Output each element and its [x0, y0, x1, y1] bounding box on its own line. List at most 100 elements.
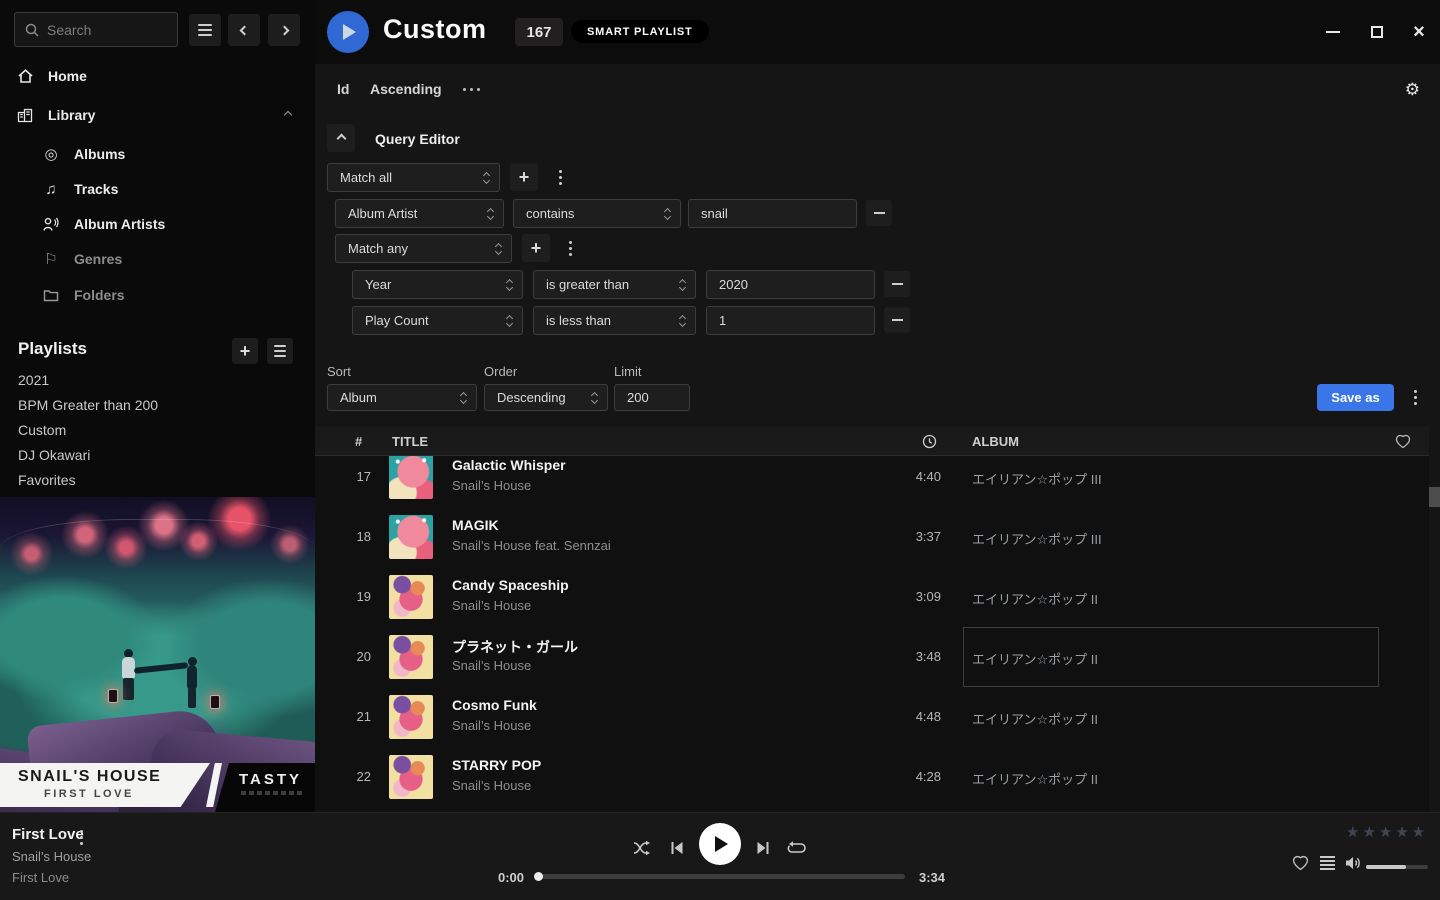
add-playlist-button[interactable]: +: [232, 338, 258, 364]
toolbar-more-button[interactable]: [463, 88, 480, 91]
scrollbar-thumb[interactable]: [1429, 487, 1440, 507]
track-row[interactable]: 18 MAGIK Snail’s House feat. Sennzai 3:3…: [315, 507, 1429, 567]
repeat-button[interactable]: [784, 835, 810, 861]
sidebar-item-genres[interactable]: ⚐ Genres: [0, 244, 315, 274]
match-all-select[interactable]: Match all: [327, 163, 500, 192]
back-button[interactable]: [228, 14, 260, 46]
sort-label: Sort: [327, 364, 351, 379]
close-button[interactable]: ×: [1408, 22, 1430, 42]
focused-album-cell[interactable]: [963, 627, 1379, 687]
favorite-column-icon[interactable]: [1395, 434, 1411, 449]
sort-field-button[interactable]: Id: [337, 81, 349, 97]
main-content: Custom 167 SMART PLAYLIST × Id Ascending…: [315, 0, 1440, 812]
now-playing-menu-button[interactable]: [80, 830, 83, 845]
column-number[interactable]: #: [355, 434, 362, 449]
add-rule-button[interactable]: +: [510, 163, 538, 191]
track-thumbnail: [389, 575, 433, 619]
menu-button[interactable]: [189, 14, 221, 46]
rating-stars[interactable]: ★★★★★: [1346, 823, 1428, 841]
volume-button[interactable]: [1341, 850, 1367, 876]
save-menu-button[interactable]: [1402, 384, 1428, 411]
rule3-operator-select[interactable]: is less than: [533, 306, 696, 335]
rule3-value-input[interactable]: [706, 306, 875, 335]
playlist-item[interactable]: 2021: [18, 372, 278, 394]
kebab-icon: [80, 830, 83, 845]
column-album[interactable]: ALBUM: [972, 434, 1019, 449]
rule1-value-input[interactable]: [688, 199, 857, 228]
sidebar-item-library[interactable]: Library: [0, 100, 315, 130]
rule1-remove-button[interactable]: [866, 200, 892, 226]
track-count-badge: 167: [515, 18, 563, 46]
track-row[interactable]: 21 Cosmo Funk Snail’s House 4:48 エイリアン☆ポ…: [315, 687, 1429, 747]
column-title[interactable]: TITLE: [392, 434, 428, 449]
minus-icon: [892, 319, 903, 321]
minimize-button[interactable]: [1322, 22, 1344, 42]
sidebar-item-label: Library: [48, 107, 95, 123]
sidebar-item-folders[interactable]: Folders: [0, 280, 315, 310]
track-row[interactable]: 17 Galactic Whisper Snail’s House 4:40 エ…: [315, 456, 1429, 507]
album-art-artist: SNAIL'S HOUSE: [18, 768, 210, 786]
sidebar-item-albums[interactable]: ◎ Albums: [0, 139, 315, 169]
gear-icon[interactable]: ⚙: [1405, 80, 1420, 100]
queue-button[interactable]: [1314, 850, 1340, 876]
select-arrows-icon: [507, 280, 512, 290]
add-subrule-button[interactable]: +: [522, 234, 550, 262]
duration-column-icon[interactable]: [922, 434, 937, 449]
shuffle-button[interactable]: [629, 835, 655, 861]
plus-icon: +: [519, 168, 530, 186]
limit-input[interactable]: [614, 384, 690, 411]
sidebar-item-album-artists[interactable]: Album Artists: [0, 209, 315, 239]
sidebar-item-tracks[interactable]: ♫ Tracks: [0, 174, 315, 204]
playlist-item[interactable]: Favorites: [18, 472, 278, 494]
track-row[interactable]: 19 Candy Spaceship Snail’s House 3:09 エイ…: [315, 567, 1429, 627]
playlist-view-button[interactable]: [267, 338, 293, 364]
match-any-select[interactable]: Match any: [335, 234, 512, 263]
tracks-icon: ♫: [42, 181, 60, 198]
next-button[interactable]: [750, 835, 776, 861]
sidebar: Home Library ◎ Albums ♫ Tracks Album Art…: [0, 0, 315, 812]
sidebar-item-label: Genres: [74, 251, 122, 267]
favorite-button[interactable]: [1287, 850, 1313, 876]
sidebar-item-label: Home: [48, 68, 87, 84]
play-playlist-button[interactable]: [327, 11, 369, 53]
order-select[interactable]: Descending: [484, 384, 608, 411]
sidebar-item-home[interactable]: Home: [0, 61, 315, 91]
volume-slider[interactable]: [1366, 865, 1428, 869]
rule2-value-input[interactable]: [706, 270, 875, 299]
subgroup-menu-button[interactable]: [556, 234, 584, 262]
library-icon: [16, 108, 34, 123]
play-pause-button[interactable]: [699, 823, 741, 865]
seek-bar[interactable]: [535, 874, 905, 879]
now-playing-album: First Love: [12, 870, 69, 885]
now-playing-title: First Love: [12, 826, 84, 843]
minus-icon: [874, 212, 885, 214]
playlist-item[interactable]: DJ Okawari: [18, 447, 278, 469]
now-playing-artist: Snail’s House: [12, 849, 91, 864]
rule2-operator-select[interactable]: is greater than: [533, 270, 696, 299]
rule2-field-select[interactable]: Year: [352, 270, 523, 299]
search-input[interactable]: [47, 22, 167, 38]
playlist-item[interactable]: Custom: [18, 422, 278, 444]
query-editor-collapse-button[interactable]: [327, 124, 355, 152]
forward-button[interactable]: [268, 14, 300, 46]
sidebar-item-label: Folders: [74, 287, 125, 303]
collapse-icon[interactable]: [284, 111, 292, 119]
rule2-remove-button[interactable]: [884, 271, 910, 297]
rule3-field-select[interactable]: Play Count: [352, 306, 523, 335]
rule1-field-select[interactable]: Album Artist: [335, 199, 504, 228]
save-as-button[interactable]: Save as: [1317, 384, 1394, 411]
maximize-button[interactable]: [1366, 22, 1388, 42]
group-menu-button[interactable]: [546, 163, 574, 191]
select-arrows-icon: [680, 280, 685, 290]
select-arrows-icon: [461, 393, 466, 403]
rule1-operator-select[interactable]: contains: [513, 199, 681, 228]
seek-handle[interactable]: [534, 872, 543, 881]
search-box[interactable]: [14, 12, 178, 47]
playlist-item[interactable]: BPM Greater than 200: [18, 397, 278, 419]
sort-select[interactable]: Album: [327, 384, 477, 411]
track-row[interactable]: 22 STARRY POP Snail’s House 4:28 エイリアン☆ポ…: [315, 747, 1429, 807]
previous-button[interactable]: [664, 835, 690, 861]
sort-direction-button[interactable]: Ascending: [370, 81, 442, 97]
rule3-remove-button[interactable]: [884, 307, 910, 333]
now-playing-album-art[interactable]: SNAIL'S HOUSE FIRST LOVE TASTY: [0, 497, 315, 812]
